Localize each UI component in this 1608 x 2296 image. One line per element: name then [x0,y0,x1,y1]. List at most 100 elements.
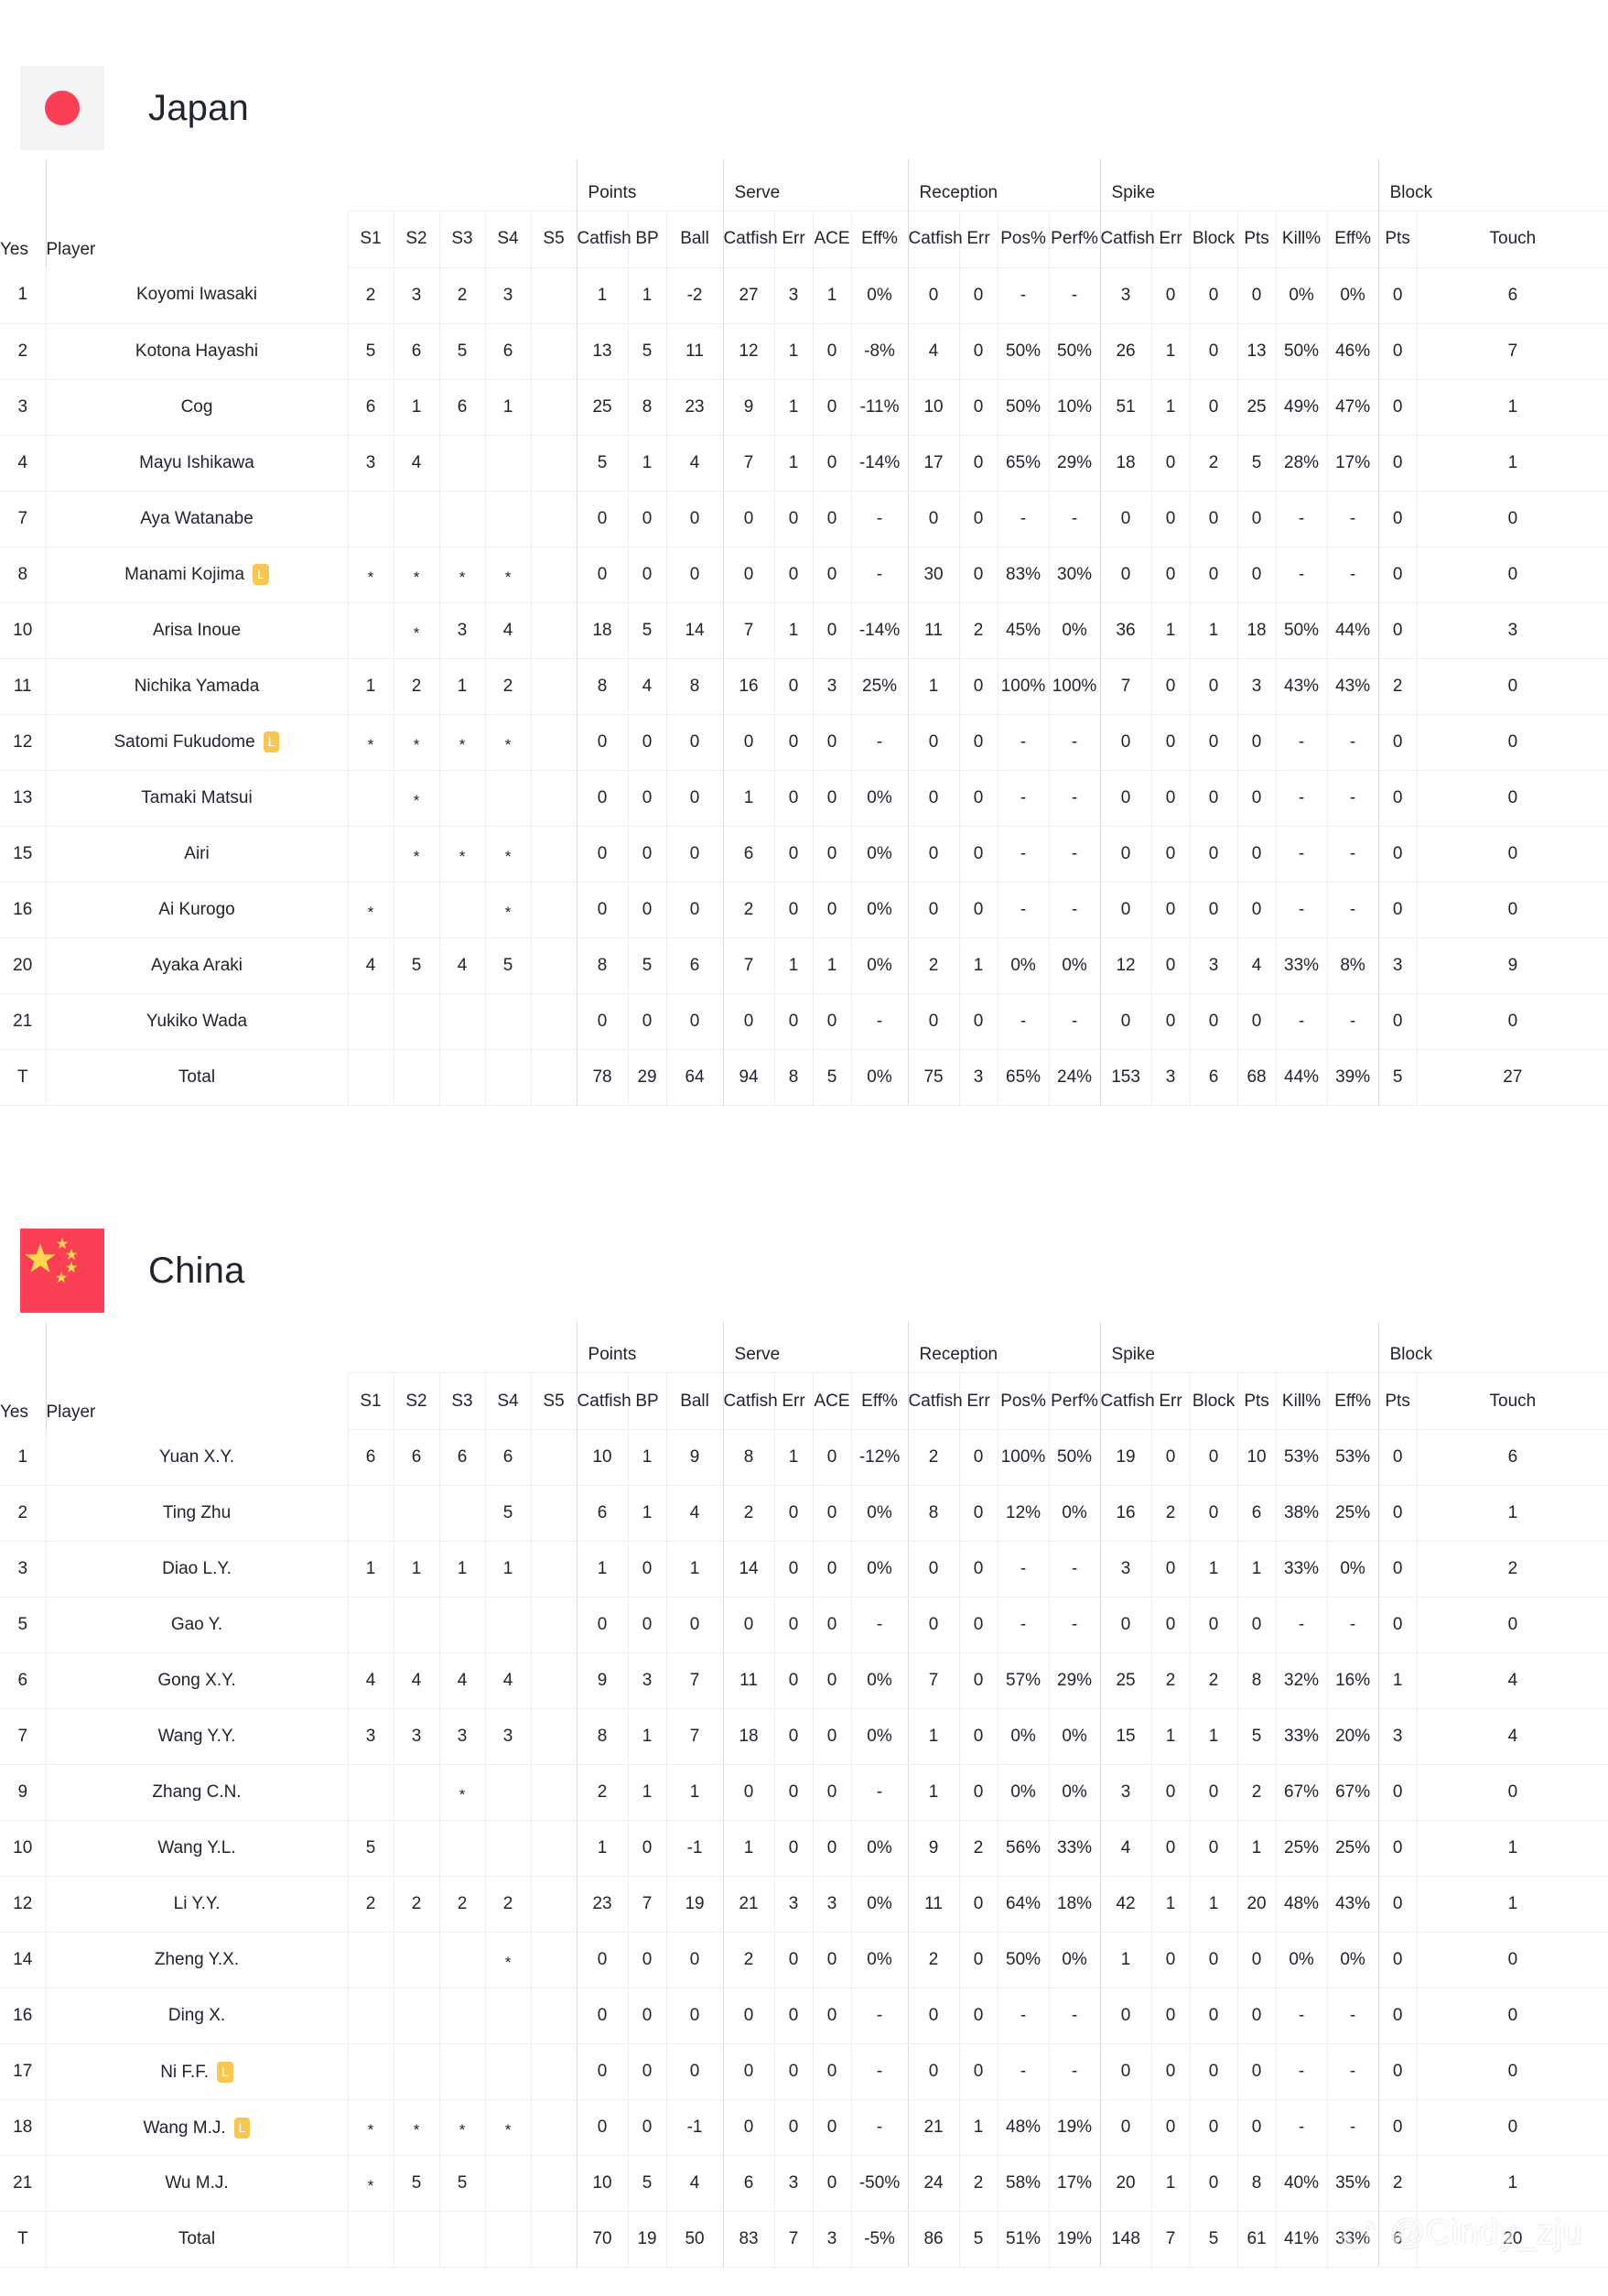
stat-cell: - [850,1764,909,1821]
stat-cell: 0 [773,2043,814,2100]
player-name: Ayaka Araki [45,937,348,994]
stat-cell: 0 [722,1987,775,2044]
stat-cell: 53% [1275,1429,1328,1486]
player-name: Gong X.Y. [45,1652,348,1709]
stat-cell: 0 [627,882,667,938]
stat-cell [530,1708,577,1765]
player-name: Gao Y. [45,1597,348,1653]
stat-cell: 47% [1326,379,1379,436]
stat-cell: 0 [1150,2043,1191,2100]
header-col-touch-23: Touch [1416,1372,1608,1430]
stat-cell: 0 [627,547,667,603]
stat-cell: 0% [1326,267,1379,324]
stat-cell: 0 [722,1764,775,1821]
stat-cell: 0 [1189,547,1238,603]
stat-cell: 50% [1275,602,1328,659]
stat-cell: 1 [907,1708,960,1765]
stat-cell: 6 [484,1429,531,1486]
stat-cell: 0 [958,547,998,603]
stat-cell: 50% [1275,323,1328,380]
stat-cell: 27 [1416,1049,1608,1106]
stat-cell: 5 [347,323,394,380]
stat-cell [484,2211,531,2268]
stat-cell: 51% [997,2211,1050,2268]
stat-cell: 0 [1150,714,1191,771]
stat-cell: 5 [627,323,667,380]
stat-cell: 0 [1150,491,1191,547]
player-number: 10 [0,1820,46,1877]
team-header: Japan [0,57,1608,159]
stat-cell: 10% [1048,379,1101,436]
player-number: 16 [0,1987,46,2044]
header-group-points: Points [576,159,724,211]
team-name: Japan [148,88,249,128]
player-number: T [0,2211,46,2268]
stat-cell: 0 [1377,2043,1418,2100]
stat-cell: 100% [1048,658,1101,715]
player-number: 11 [0,658,46,715]
set-played-star: * [504,1954,512,1971]
stat-cell: 7 [665,1708,724,1765]
stat-cell: 41% [1275,2211,1328,2268]
stat-cell: 0 [907,993,960,1050]
stat-cell: 1 [627,435,667,492]
stat-cell: 14 [722,1541,775,1597]
stat-cell: 0 [773,1764,814,1821]
set-played-star: * [367,735,374,753]
stat-cell: 19% [1048,2211,1101,2268]
stat-cell [484,2043,531,2100]
stat-cell: 0 [812,1820,852,1877]
stat-cell: 19% [1048,2099,1101,2156]
stat-cell: 0 [1189,2099,1238,2156]
player-name: Li Y.Y. [45,1876,348,1933]
stat-cell: 16 [722,658,775,715]
table-row: 14 Zheng Y.X. * 0 0 0 2 0 0 0% 2 0 50% 0% 1 0 0 0 0% 0% 0 0 [0,1932,1608,1988]
stat-cell [438,2043,485,2100]
header-player: Player [45,1321,348,1430]
table-row: 12 Li Y.Y. 2 2 2 2 23 7 19 21 3 3 0% 11 0 64% 18% 42 1 1 2… [0,1876,1608,1933]
stat-cell: 8 [1236,2155,1277,2212]
table-row: 20 Ayaka Araki 4 5 4 5 8 5 6 7 1 1 0% 2 1 0% 0% 12 0 3 4 33… [0,937,1608,994]
player-name: Total [45,2211,348,2268]
stat-cell: 0 [1377,379,1418,436]
stat-cell: * [438,1764,485,1821]
stat-cell: 38% [1275,1485,1328,1542]
stat-cell: 0 [812,2155,852,2212]
stat-cell: 1 [1416,2155,1608,2212]
header-group-reception: Reception [907,159,1101,211]
stat-cell: 0 [1189,379,1238,436]
stat-cell: 11 [907,1876,960,1933]
stat-cell: 33% [1275,1708,1328,1765]
stat-cell: 9 [722,379,775,436]
stat-cell: 67% [1275,1764,1328,1821]
stat-cell: 1 [1189,1708,1238,1765]
stat-cell: 0 [773,1485,814,1542]
stat-cell [530,2043,577,2100]
set-played-star: * [459,568,466,586]
table-row: 7 Aya Watanabe 000000-00--0000--00 [0,491,1608,547]
stat-cell: 44% [1326,602,1379,659]
stat-cell: 9 [1416,937,1608,994]
stat-cell: -1 [665,1820,724,1877]
stat-cell: * [393,770,439,827]
stat-cell: - [850,2043,909,2100]
stat-cell: 0 [1150,547,1191,603]
stat-cell: 0 [1150,993,1191,1050]
table-body: 1 Yuan X.Y. 6 6 6 6 10 1 9 8 1 0 -12% 2 0 100% 50% 19 0 0… [0,1429,1608,2268]
stat-cell: - [1275,993,1328,1050]
header-group-points: Points [576,1321,724,1373]
stat-cell: - [997,882,1050,938]
stat-cell [530,1932,577,1988]
player-number: 2 [0,323,46,380]
stat-cell: 0 [907,491,960,547]
stat-cell: 0 [1416,491,1608,547]
player-number: 7 [0,1708,46,1765]
stat-cell: 5 [576,435,629,492]
stat-cell [484,1049,531,1106]
stat-cell: 0 [958,882,998,938]
stat-cell: 0 [1150,826,1191,883]
stat-cell: 6 [438,1429,485,1486]
stat-cell [530,993,577,1050]
stat-cell: 1 [347,1541,394,1597]
stat-cell: 0% [1275,267,1328,324]
